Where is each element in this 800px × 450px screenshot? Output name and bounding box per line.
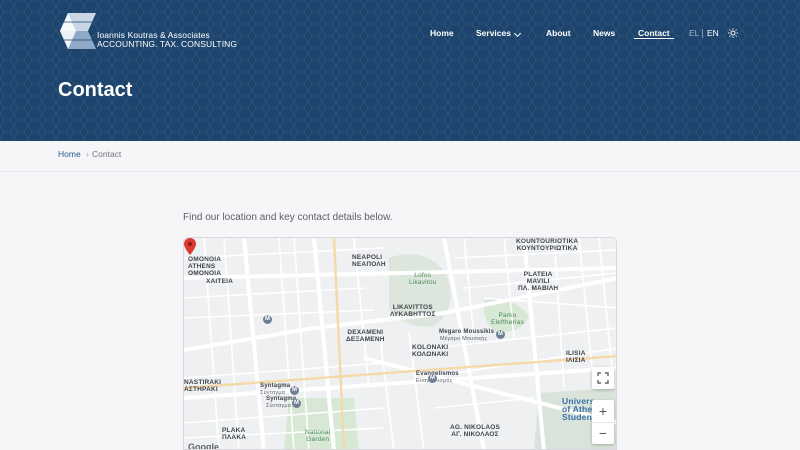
map-label-parko-eleftherias: Parko Eleftherias [491, 312, 524, 326]
map-label-plaka: PLAKA ΠΛΑΚΑ [222, 427, 247, 441]
map-label-evangelismos: Evangelismos [416, 371, 459, 377]
breadcrumb-divider [0, 171, 800, 172]
map-label-megaro-moussikis-gr: Μέγαρο Μουσικής [440, 336, 488, 342]
page-title: Contact [58, 79, 133, 101]
metro-icon: M [290, 386, 299, 395]
map-label-ilisia: ILISIA ΙΛΙΣΙΑ [566, 350, 586, 364]
hero-header: Ioannis Koutras & Associates ACCOUNTING.… [0, 0, 800, 141]
breadcrumb-separator: › [86, 149, 89, 159]
map-label-megaro-moussikis: Megaro Moussikis [439, 329, 495, 335]
metro-icon: M [496, 330, 505, 339]
hero-pattern [0, 0, 800, 141]
intro-text: Find our location and key contact detail… [183, 212, 393, 223]
breadcrumb-current: Contact [92, 149, 122, 159]
map-label-omonoia: ΟΜΟΝΟΙΑ ATHENS ΟΜΟΝΟΙΑ [188, 256, 222, 277]
metro-icon: M [292, 399, 301, 408]
map-label-neapoli: NEAPOLI ΝΕΑΠΟΛΗ [352, 254, 386, 268]
sun-icon[interactable] [728, 28, 738, 38]
zoom-in-button[interactable]: + [592, 400, 614, 422]
google-map[interactable]: ΟΜΟΝΟΙΑ ATHENS ΟΜΟΝΟΙΑ ΧΑΙΤΕΙΑ NEAPOLI Ν… [183, 237, 617, 450]
map-label-monastiraki: NASTIRAKI ΑΣΤΗΡΑΚΙ [184, 379, 222, 393]
map-label-xaiteia: ΧΑΙΤΕΙΑ [206, 278, 234, 285]
map-label-plateia-mavili: PLATEIA MAVILI ΠΛ. ΜΑΒΙΛΗ [518, 271, 559, 292]
map-zoom-control: + − [592, 400, 614, 444]
nav-about[interactable]: About [546, 28, 571, 39]
map-label-syntagma: Syntagma [260, 383, 291, 389]
company-logo[interactable] [58, 12, 98, 50]
map-streets [184, 238, 616, 449]
map-label-likavittos: LIKAVITTOS ΛΥΚΑΒΗΤΤΟΣ [390, 304, 436, 318]
metro-icon: M [428, 374, 437, 383]
map-label-dexameni: DEXAMENI ΔΕΞΑΜΕΝΗ [346, 329, 385, 343]
company-tagline: ACCOUNTING. TAX. CONSULTING [97, 39, 238, 49]
nav-news[interactable]: News [593, 28, 615, 39]
zoom-out-button[interactable]: − [592, 422, 614, 444]
company-name: Ioannis Koutras & Associates ACCOUNTING.… [97, 31, 237, 49]
map-label-kolonaki: KOLONAKI ΚΟΛΩΝΑΚΙ [412, 344, 449, 358]
google-logo[interactable]: Google [188, 442, 219, 449]
metro-icon: M [263, 315, 272, 324]
map-label-national-garden: National Garden [305, 429, 331, 443]
nav-services[interactable]: Services [476, 28, 511, 39]
nav-home[interactable]: Home [430, 28, 454, 39]
map-pin-icon[interactable] [184, 238, 196, 255]
map-label-lofos-likavitou: Lofos Likavitou [409, 272, 437, 286]
lang-en[interactable]: EN [707, 28, 719, 39]
lang-separator [702, 29, 703, 38]
map-label-syntagma-2-gr: Σύνταγμα [266, 403, 292, 409]
fullscreen-icon [597, 372, 609, 384]
fullscreen-button[interactable] [592, 367, 614, 389]
breadcrumb-home[interactable]: Home [58, 149, 81, 160]
lang-el[interactable]: EL [689, 28, 699, 39]
map-label-kountouriotika: KOUNTOURIOTIKA ΚΟΥΝΤΟΥΡΙΩΤΙΚΑ [516, 238, 579, 252]
nav-active-underline [634, 38, 674, 39]
map-label-ag-nikolaos: AG. NIKOLAOS ΑΓ. ΝΙΚΟΛΑΟΣ [450, 424, 501, 438]
